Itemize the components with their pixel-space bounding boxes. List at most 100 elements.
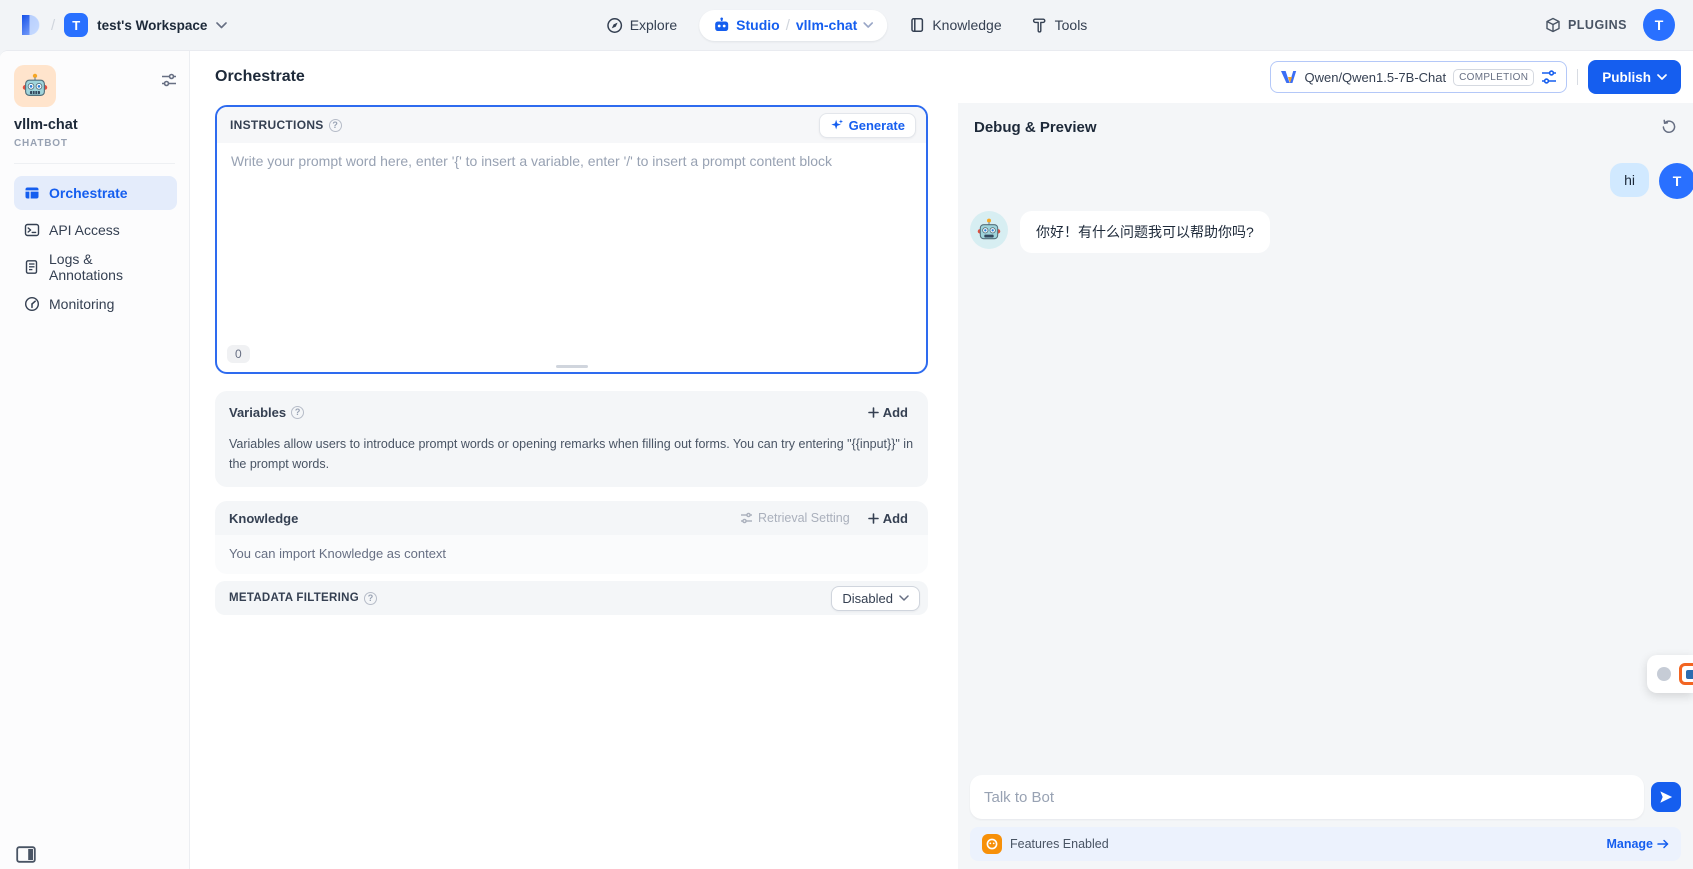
variables-info-icon[interactable]: ?	[291, 406, 304, 419]
chat-footer: Features Enabled Manage	[970, 775, 1681, 861]
workspace-name[interactable]: test's Workspace	[97, 18, 207, 33]
instructions-title: INSTRUCTIONS	[230, 118, 324, 132]
bot-chat-avatar	[970, 211, 1008, 249]
bot-robot-icon	[977, 218, 1001, 242]
retrieval-setting-button[interactable]: Retrieval Setting	[740, 511, 850, 525]
explore-icon	[606, 17, 623, 34]
plugins-icon	[1545, 17, 1561, 33]
nav-knowledge-label: Knowledge	[932, 17, 1001, 33]
workspace-avatar[interactable]: T	[64, 13, 88, 37]
metadata-filtering-select[interactable]: Disabled	[831, 586, 920, 611]
instructions-info-icon[interactable]: ?	[329, 119, 342, 132]
nav-studio-label: Studio	[736, 17, 780, 33]
sidebar-item-label: Orchestrate	[49, 185, 128, 201]
sidebar-item-api-access[interactable]: API Access	[14, 213, 177, 247]
page-title: Orchestrate	[215, 68, 305, 86]
sidebar-item-label: Monitoring	[49, 296, 114, 312]
plugins-label: PLUGINS	[1568, 18, 1627, 32]
variables-add-label: Add	[883, 405, 908, 420]
variables-add-button[interactable]: Add	[862, 402, 914, 423]
nav-tools[interactable]: Tools	[1024, 11, 1096, 39]
plus-icon	[868, 407, 879, 418]
send-button[interactable]	[1651, 782, 1681, 812]
app-name: vllm-chat	[14, 117, 177, 133]
workspace-chevron-down-icon[interactable]	[216, 22, 227, 29]
sparkle-icon	[830, 118, 844, 132]
sidebar-item-orchestrate[interactable]: Orchestrate	[14, 176, 177, 210]
app-robot-icon	[22, 73, 48, 99]
app-type-label: CHATBOT	[14, 138, 177, 149]
knowledge-section: Knowledge Retrieval Setting	[215, 501, 928, 574]
user-avatar[interactable]: T	[1643, 9, 1675, 41]
arrow-right-icon	[1657, 839, 1669, 849]
model-selector[interactable]: Qwen/Qwen1.5-7B-Chat COMPLETION	[1270, 61, 1567, 93]
debug-preview-title: Debug & Preview	[974, 119, 1097, 136]
send-icon	[1659, 790, 1673, 804]
sidebar-item-monitoring[interactable]: Monitoring	[14, 287, 177, 321]
publish-button[interactable]: Publish	[1588, 60, 1681, 94]
top-header: / T test's Workspace Explore Studio / vl…	[0, 0, 1693, 50]
main-nav: Explore Studio / vllm-chat Knowledge	[598, 0, 1096, 50]
prompt-editor[interactable]	[217, 143, 926, 313]
metadata-filtering-row: METADATA FILTERING ? Disabled	[215, 581, 928, 615]
instructions-panel: INSTRUCTIONS ? Generate	[215, 105, 928, 374]
widget-dot-icon	[1657, 667, 1671, 681]
monitoring-icon	[24, 296, 40, 312]
manage-label: Manage	[1606, 837, 1653, 851]
publish-label: Publish	[1602, 70, 1651, 85]
knowledge-add-button[interactable]: Add	[862, 508, 914, 529]
app-operations-icon[interactable]	[161, 73, 177, 87]
app-sidebar: vllm-chat CHATBOT Orchestrate API Access	[0, 51, 190, 869]
resize-drag-handle[interactable]	[556, 365, 588, 368]
knowledge-icon	[909, 17, 925, 33]
generate-label: Generate	[849, 118, 905, 133]
debug-preview-pane: Debug & Preview hi T	[958, 103, 1693, 869]
knowledge-description: You can import Knowledge as context	[215, 535, 928, 574]
vllm-logo-icon	[1280, 70, 1297, 84]
app-icon[interactable]	[14, 65, 56, 107]
tools-icon	[1032, 17, 1048, 33]
orchestrate-config-pane: INSTRUCTIONS ? Generate	[190, 103, 958, 869]
chat-message-assistant: 你好！有什么问题我可以帮助你吗?	[970, 211, 1681, 253]
assistant-message-bubble: 你好！有什么问题我可以帮助你吗?	[1020, 211, 1270, 253]
nav-explore-label: Explore	[630, 17, 677, 33]
publish-chevron-down-icon	[1657, 74, 1667, 81]
nav-explore[interactable]: Explore	[598, 11, 685, 40]
knowledge-title: Knowledge	[229, 511, 298, 526]
variables-section: Variables ? Add Variables allow users to…	[215, 391, 928, 487]
nav-knowledge[interactable]: Knowledge	[901, 11, 1009, 39]
content-topbar: Orchestrate Qwen/Qwen1.5-7B-Chat COMPLET…	[190, 51, 1693, 103]
variables-description: Variables allow users to introduce promp…	[229, 434, 914, 474]
model-mode-badge: COMPLETION	[1453, 69, 1534, 86]
studio-slash: /	[786, 17, 790, 34]
breadcrumb-slash: /	[51, 17, 55, 34]
orchestrate-icon	[24, 185, 40, 201]
prompt-char-count: 0	[227, 345, 250, 363]
features-icon	[982, 834, 1002, 854]
metadata-info-icon[interactable]: ?	[364, 592, 377, 605]
topbar-divider	[1577, 69, 1578, 85]
metadata-filtering-value: Disabled	[842, 591, 893, 606]
plus-icon	[868, 513, 879, 524]
sidebar-item-label: API Access	[49, 222, 120, 238]
chat-input[interactable]	[970, 775, 1644, 819]
floating-widget[interactable]	[1647, 655, 1693, 693]
manage-features-link[interactable]: Manage	[1606, 837, 1669, 851]
generate-button[interactable]: Generate	[819, 113, 916, 138]
sidebar-item-logs-annotations[interactable]: Logs & Annotations	[14, 250, 177, 284]
restart-conversation-icon[interactable]	[1659, 117, 1679, 137]
collapse-sidebar-icon[interactable]	[16, 846, 36, 863]
plugins-button[interactable]: PLUGINS	[1545, 17, 1627, 33]
chat-message-user: hi T	[970, 163, 1693, 199]
studio-robot-icon	[713, 17, 730, 34]
sidebar-divider	[14, 163, 175, 164]
nav-studio-app-name: vllm-chat	[796, 17, 857, 33]
features-enabled-label: Features Enabled	[1010, 837, 1109, 851]
nav-studio-active[interactable]: Studio / vllm-chat	[699, 10, 887, 41]
app-window: / T test's Workspace Explore Studio / vl…	[0, 0, 1693, 869]
studio-app-chevron-down-icon[interactable]	[863, 22, 873, 29]
metadata-chevron-down-icon	[899, 595, 909, 602]
dify-logo-icon[interactable]	[16, 12, 42, 38]
model-parameters-icon[interactable]	[1541, 70, 1557, 84]
widget-extension-icon[interactable]	[1679, 663, 1693, 685]
